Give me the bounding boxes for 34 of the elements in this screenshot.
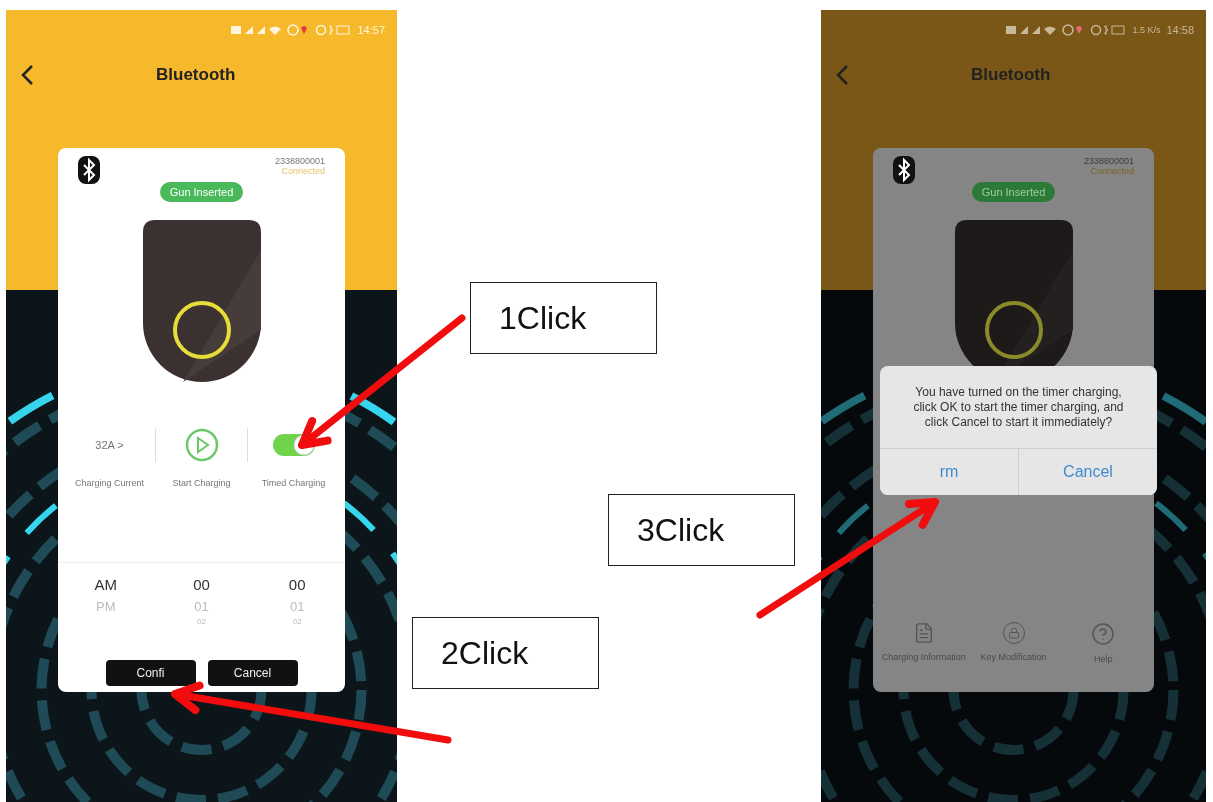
bluetooth-icon bbox=[78, 156, 100, 184]
confirm-button[interactable]: Confi bbox=[105, 660, 196, 686]
picker-option[interactable]: 00 bbox=[193, 573, 210, 597]
picker-option[interactable]: AM bbox=[94, 573, 118, 597]
picker-option[interactable]: 02 bbox=[197, 617, 206, 627]
control-label: Charging Current bbox=[74, 478, 144, 488]
control-label: Start Charging bbox=[172, 478, 231, 488]
status-badge: Gun Inserted bbox=[159, 182, 244, 202]
dialog-message: You have turned on the timer charging, click OK to start the timer charging, and click Cancel to start it immediately? bbox=[912, 383, 1125, 431]
connection-status: Connected bbox=[1090, 166, 1134, 176]
cancel-button[interactable]: Cancel bbox=[207, 660, 298, 686]
confirm-button[interactable]: rm bbox=[880, 449, 1019, 495]
control-label: Timed Charging bbox=[261, 478, 326, 488]
status-time: 14:58 bbox=[1166, 24, 1194, 36]
play-icon[interactable] bbox=[184, 428, 219, 462]
device-serial: 2338800001 bbox=[274, 156, 325, 166]
callout-box: 1Click bbox=[470, 282, 657, 354]
connection-status: Connected bbox=[281, 166, 325, 176]
callout-box: 2Click bbox=[412, 617, 599, 689]
callout-box: 3Click bbox=[608, 494, 795, 566]
picker-option[interactable]: 01 bbox=[194, 597, 209, 617]
status-time: 14:57 bbox=[357, 24, 385, 36]
picker-option[interactable]: 00 bbox=[288, 573, 306, 597]
bluetooth-icon bbox=[893, 156, 915, 184]
current-value[interactable]: 32A > bbox=[95, 439, 124, 451]
picker-option[interactable]: PM bbox=[96, 597, 116, 617]
page-title: Bluetooth bbox=[156, 65, 236, 85]
status-badge: Gun Inserted bbox=[971, 182, 1056, 202]
picker-option[interactable]: 01 bbox=[289, 597, 305, 617]
picker-option[interactable]: 02 bbox=[292, 617, 302, 627]
page-title: Bluetooth bbox=[971, 65, 1051, 85]
device-serial: 2338800001 bbox=[1083, 156, 1134, 166]
help-icon[interactable] bbox=[1091, 622, 1116, 646]
network-speed: 1.5 K/s bbox=[1132, 25, 1161, 35]
